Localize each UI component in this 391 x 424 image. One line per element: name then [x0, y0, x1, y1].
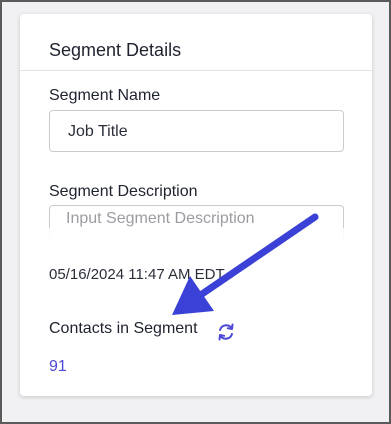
segment-name-value: Job Title: [68, 123, 128, 140]
segment-details-card: Segment Details Segment Name Job Title S…: [20, 14, 372, 396]
card-header: Segment Details: [20, 14, 372, 71]
segment-name-label: Segment Name: [49, 87, 161, 104]
contacts-count: 91: [49, 358, 67, 375]
segment-description-placeholder: Input Segment Description: [66, 210, 255, 227]
card-title: Segment Details: [49, 40, 182, 60]
refresh-icon[interactable]: [215, 321, 237, 343]
cropped-section-divider: [20, 228, 372, 266]
timestamp-text: 05/16/2024 11:47 AM EDT: [49, 266, 225, 283]
contacts-label: Contacts in Segment: [49, 320, 198, 337]
screenshot-frame: Segment Details Segment Name Job Title S…: [2, 2, 389, 422]
segment-name-input[interactable]: Job Title: [49, 110, 344, 152]
segment-description-label: Segment Description: [49, 183, 198, 200]
